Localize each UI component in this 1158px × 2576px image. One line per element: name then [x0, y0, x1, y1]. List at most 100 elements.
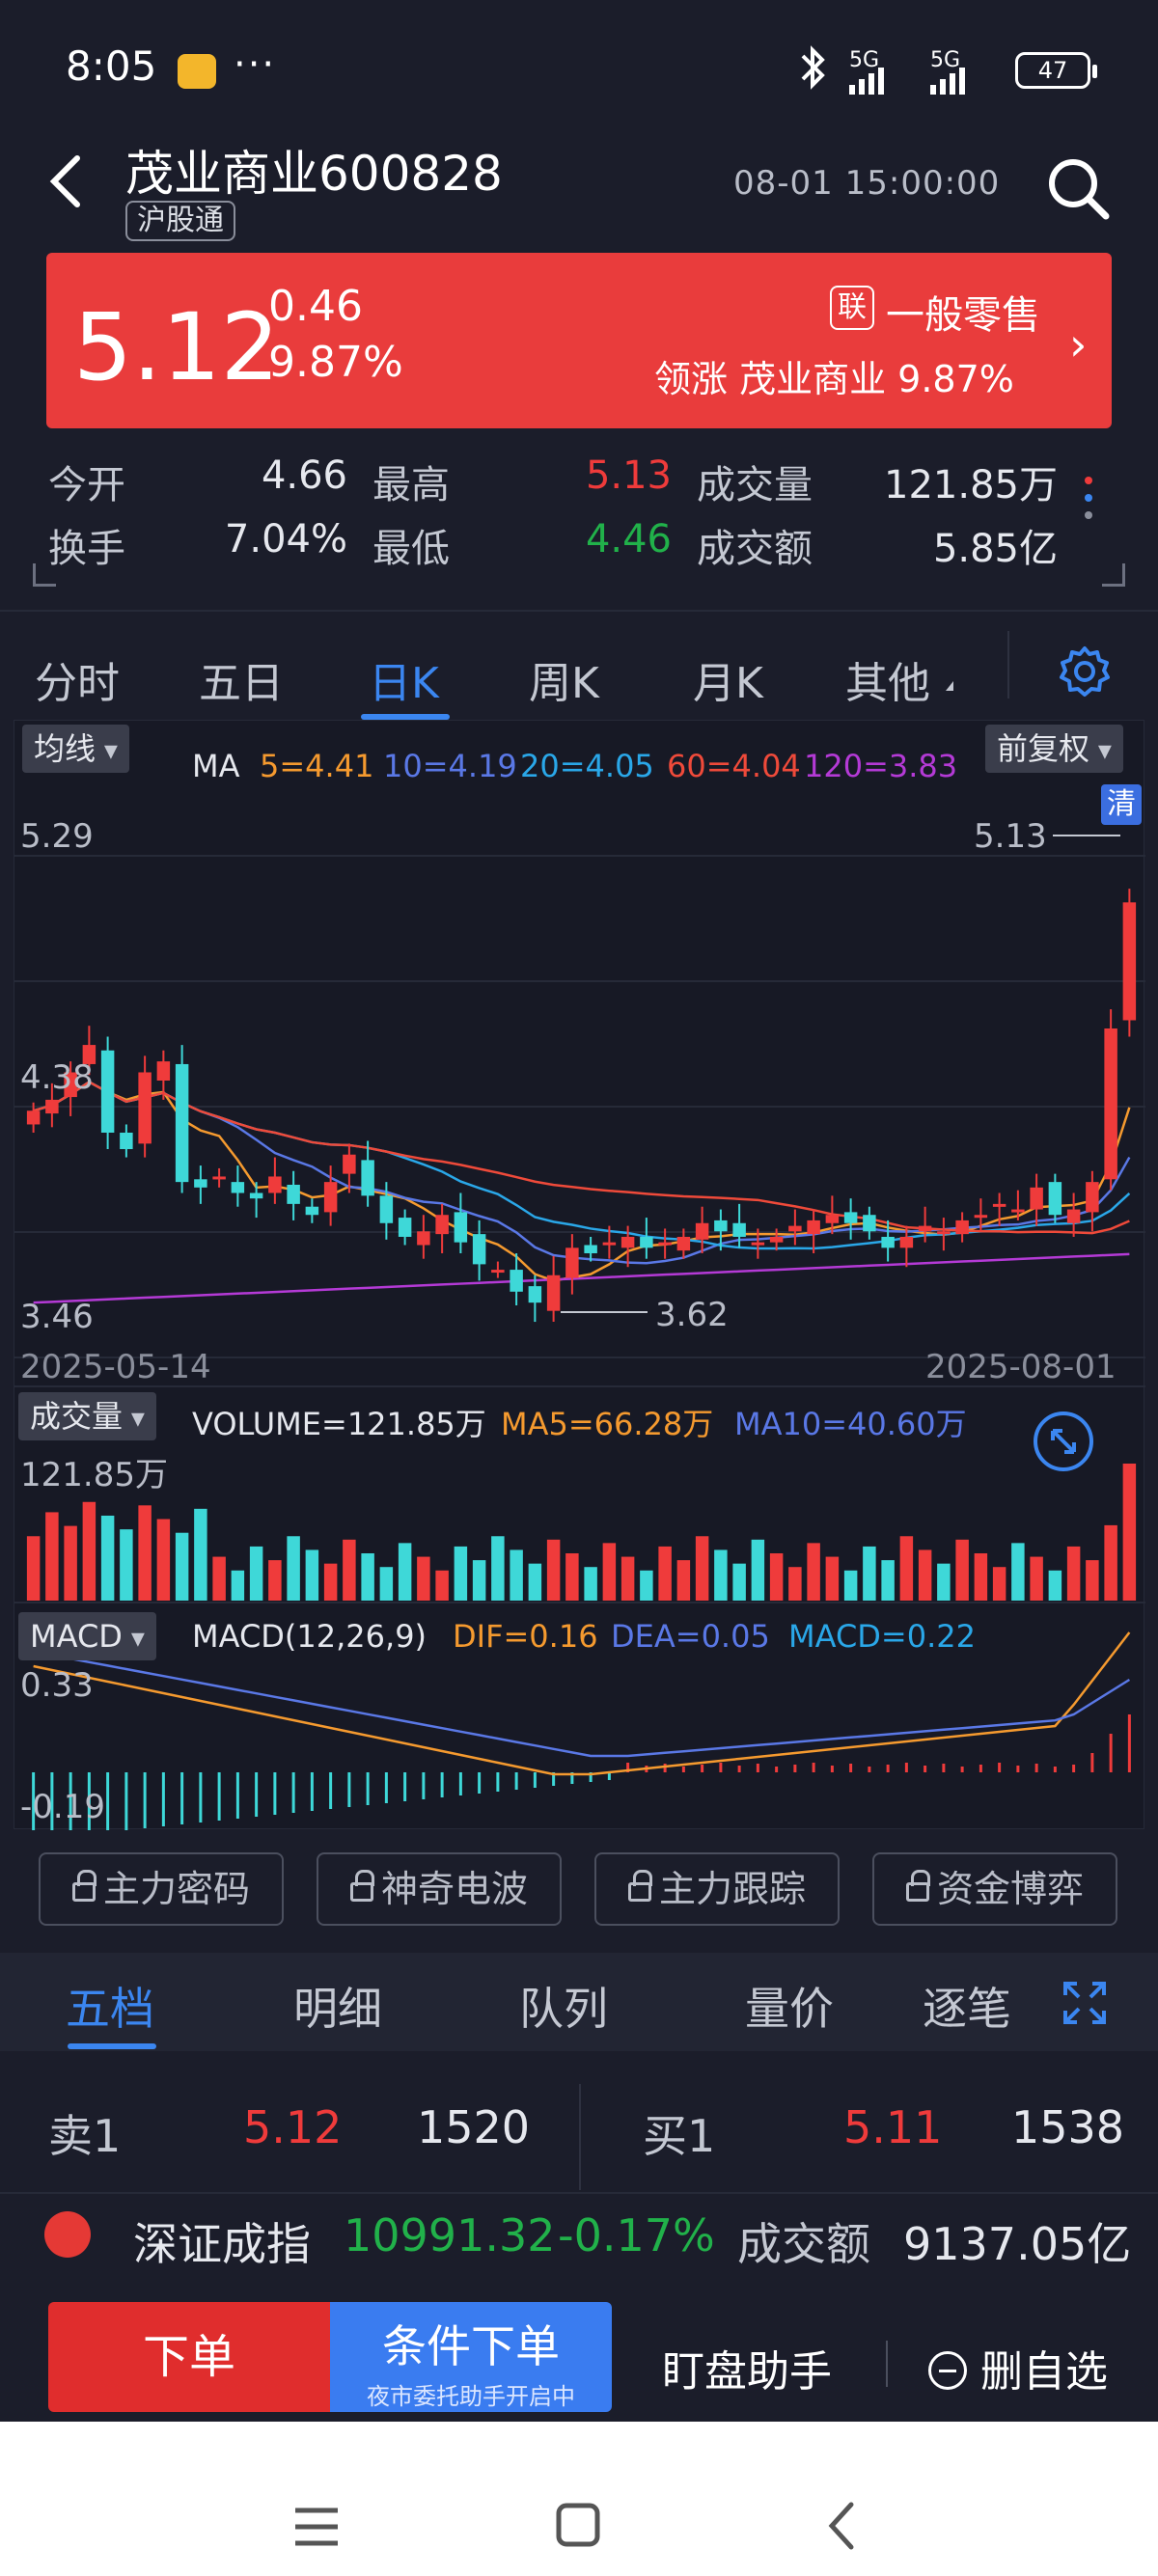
menu-icon[interactable]	[290, 2503, 344, 2551]
macd-dea-line	[33, 1650, 1131, 1758]
tab-queue[interactable]: 队列	[519, 1974, 608, 2038]
candle-body	[937, 1231, 951, 1235]
candle-body	[1011, 1209, 1025, 1213]
volume-bar	[807, 1543, 820, 1601]
home-icon[interactable]	[554, 2501, 602, 2549]
volume-bar	[212, 1556, 226, 1601]
stat-label-open: 今开	[48, 463, 125, 507]
remove-favorite-button[interactable]: 删自选	[928, 2337, 1108, 2398]
watch-helper-button[interactable]: 盯盘助手	[662, 2337, 832, 2398]
candle-body	[138, 1072, 152, 1144]
sell1-volume: 1520	[417, 2101, 531, 2153]
candle-body	[1030, 1187, 1043, 1210]
candle-body	[472, 1234, 486, 1265]
tab-five-levels[interactable]: 五档	[66, 1974, 154, 2038]
tab-monthly-k[interactable]: 月K	[693, 648, 763, 710]
feature-button-main-tracking[interactable]: 主力跟踪	[594, 1852, 840, 1926]
quote-banner[interactable]: 5.12 0.46 9.87% 联 一般零售 领涨 茂业商业 9.87% ›	[46, 253, 1112, 428]
macd-dropdown[interactable]: MACD	[18, 1612, 156, 1660]
kline-svg	[14, 855, 1145, 1830]
y-axis-bottom-label: 3.46	[20, 1298, 94, 1336]
candle-body	[528, 1286, 542, 1303]
tab-weekly-k[interactable]: 周K	[529, 648, 599, 710]
macd-bottom-label: -0.19	[20, 1788, 105, 1826]
system-nav-bar	[0, 2422, 1158, 2576]
buy1-volume: 1538	[1011, 2101, 1125, 2153]
index-amount-label: 成交额	[737, 2218, 870, 2270]
volume-bar	[881, 1560, 895, 1601]
volume-bar	[584, 1567, 597, 1601]
tab-volume-price[interactable]: 量价	[745, 1974, 834, 2038]
feature-button-capital-game[interactable]: 资金博弈	[872, 1852, 1117, 1926]
gear-icon[interactable]	[1056, 643, 1114, 700]
search-icon[interactable]	[1044, 154, 1112, 222]
y-axis-top-label: 5.29	[20, 817, 94, 856]
tab-daily-k[interactable]: 日K	[369, 648, 439, 710]
candle-body	[881, 1236, 895, 1248]
macd-top-label: 0.33	[20, 1666, 94, 1705]
volume-bar	[82, 1501, 96, 1601]
candle-body	[343, 1154, 356, 1174]
candle-body	[658, 1242, 672, 1246]
candle-body	[361, 1160, 374, 1196]
conditional-order-sublabel: 夜市委托助手开启中	[367, 2383, 575, 2410]
kline-chart-panel[interactable]: 均线 MA 5=4.41 10=4.19 20=4.05 60=4.04 120…	[14, 720, 1145, 1830]
candle-body	[732, 1222, 746, 1237]
sector-badge: 联	[830, 286, 874, 330]
expand-icon[interactable]	[1062, 1980, 1108, 2026]
candle-body	[918, 1225, 932, 1232]
candle-body	[305, 1206, 319, 1216]
volume-bar	[472, 1560, 486, 1601]
candle-body	[602, 1242, 617, 1246]
candle-body	[676, 1236, 691, 1251]
tab-details[interactable]: 明细	[293, 1974, 382, 2038]
candle-body	[769, 1236, 784, 1243]
price-change-pct: 9.87%	[268, 338, 403, 387]
tab-other[interactable]: 其他	[845, 648, 930, 710]
stat-label-low: 最低	[372, 527, 450, 571]
feature-button-main-code[interactable]: 主力密码	[39, 1852, 284, 1926]
volume-bar	[602, 1543, 617, 1601]
stat-value-volume: 121.85万	[884, 463, 1058, 507]
sell1-label: 卖1	[48, 2110, 122, 2162]
tab-five-day[interactable]: 五日	[199, 648, 284, 710]
tab-intraday[interactable]: 分时	[35, 648, 120, 710]
sector-name[interactable]: 一般零售	[886, 284, 1040, 340]
candle-body	[974, 1215, 988, 1219]
lock-icon	[71, 1869, 96, 1902]
candle-body	[899, 1236, 914, 1248]
candle-body	[323, 1182, 338, 1213]
minus-circle-icon	[928, 2351, 967, 2390]
index-ticker[interactable]: 深证成指 10991.32 -0.17% 成交额 9137.05亿	[0, 2192, 1158, 2277]
volume-bar	[194, 1508, 207, 1601]
volume-bar	[1030, 1556, 1043, 1601]
remove-favorite-label: 删自选	[980, 2347, 1108, 2397]
bluetooth-icon	[801, 45, 825, 90]
tab-tick-by-tick[interactable]: 逐笔	[923, 1974, 1011, 2038]
signal-bars-icon-2	[930, 68, 969, 98]
candle-body	[565, 1247, 579, 1278]
back-icon[interactable]	[46, 152, 85, 210]
volume-max-label: 121.85万	[20, 1456, 168, 1494]
chevron-right-icon[interactable]: ›	[1069, 318, 1087, 370]
volume-bar	[899, 1536, 914, 1601]
volume-bar	[435, 1570, 449, 1601]
tab-divider	[1007, 631, 1009, 699]
signal-bars-icon-1	[849, 68, 888, 98]
conditional-order-button[interactable]: 条件下单 夜市委托助手开启中	[330, 2302, 612, 2412]
more-stats-icon[interactable]	[1085, 477, 1098, 529]
index-name: 深证成指	[133, 2218, 311, 2270]
back-nav-icon[interactable]	[822, 2499, 861, 2553]
candle-body	[175, 1063, 189, 1183]
sector-leader: 领涨 茂业商业 9.87%	[654, 358, 1014, 400]
max-price-label: 5.13	[974, 817, 1047, 856]
volume-dropdown[interactable]: 成交量	[18, 1392, 156, 1440]
volume-bar	[1122, 1464, 1137, 1601]
volume-bar	[751, 1539, 765, 1601]
feature-label: 神奇电波	[380, 1868, 528, 1910]
feature-button-magic-wave[interactable]: 神奇电波	[317, 1852, 562, 1926]
place-order-button[interactable]: 下单	[48, 2302, 330, 2412]
fullscreen-chart-icon[interactable]	[1032, 1410, 1095, 1473]
volume-bar	[100, 1515, 115, 1601]
lock-icon	[627, 1869, 652, 1902]
